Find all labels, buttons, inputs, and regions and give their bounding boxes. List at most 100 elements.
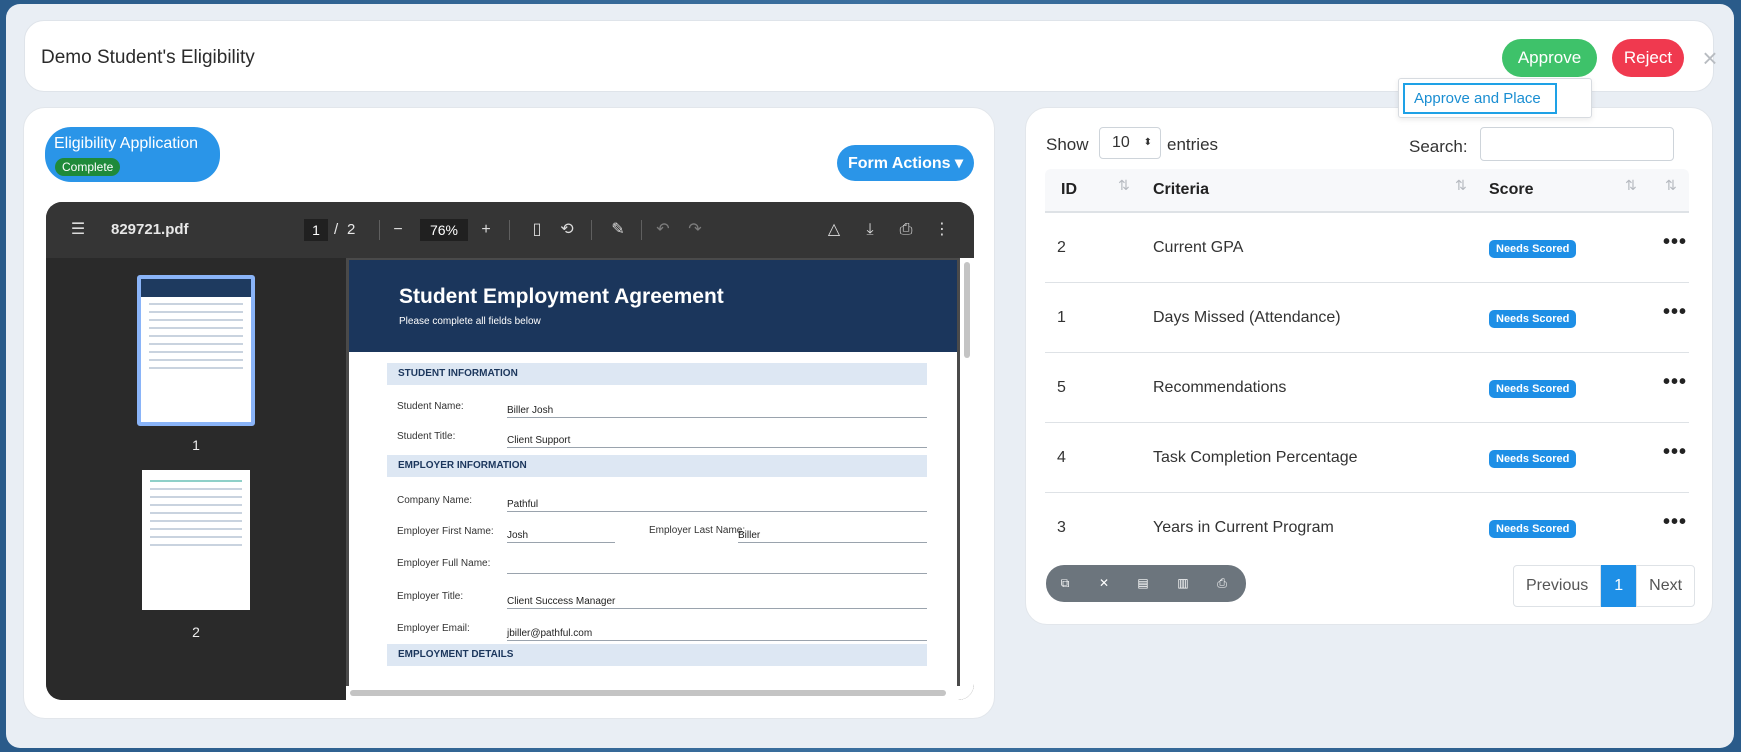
row-actions-icon[interactable]: ••• bbox=[1663, 231, 1687, 254]
vertical-scrollbar[interactable] bbox=[960, 258, 974, 700]
cell-id: 4 bbox=[1057, 449, 1066, 466]
toolbar-divider bbox=[509, 220, 510, 240]
section-employer: EMPLOYER INFORMATION bbox=[387, 455, 927, 477]
eligibility-modal: Demo Student's Eligibility Approve Rejec… bbox=[6, 4, 1734, 748]
search-input[interactable] bbox=[1480, 127, 1674, 161]
fit-page-icon[interactable]: ▯ bbox=[527, 220, 547, 240]
modal-title: Demo Student's Eligibility bbox=[41, 47, 255, 68]
cell-criteria: Recommendations bbox=[1153, 379, 1287, 396]
document-page: Student Employment Agreement Please comp… bbox=[349, 260, 957, 690]
toolbar-divider bbox=[641, 220, 642, 240]
field-value: Client Success Manager bbox=[507, 596, 616, 607]
pdf-filename: 829721.pdf bbox=[111, 221, 189, 238]
thumbnail-label: 2 bbox=[192, 624, 200, 640]
reject-button[interactable]: Reject bbox=[1612, 39, 1684, 77]
approve-button[interactable]: Approve bbox=[1502, 39, 1597, 77]
close-icon[interactable]: × bbox=[1697, 43, 1723, 73]
entries-value: 10 bbox=[1112, 134, 1130, 151]
thumbnail-sidebar: 1 2 bbox=[46, 258, 346, 700]
approve-and-place-item[interactable]: Approve and Place bbox=[1403, 83, 1557, 114]
print-icon[interactable]: ⎙ bbox=[1213, 574, 1231, 592]
approve-dropdown-menu: Approve and Place bbox=[1398, 78, 1592, 118]
row-actions-icon[interactable]: ••• bbox=[1663, 371, 1687, 394]
zoom-out-icon[interactable]: − bbox=[388, 220, 408, 240]
score-badge: Needs Scored bbox=[1489, 310, 1577, 328]
sort-icon[interactable]: ⇅ bbox=[1625, 177, 1637, 194]
score-badge: Needs Scored bbox=[1489, 450, 1577, 468]
document-header: Student Employment Agreement Please comp… bbox=[349, 260, 957, 352]
field-value: Client Support bbox=[507, 435, 571, 446]
undo-icon[interactable]: ↶ bbox=[653, 220, 673, 240]
csv-icon[interactable]: ▤ bbox=[1134, 574, 1152, 592]
export-toolbar: ⧉ ✕ ▤ ▥ ⎙ bbox=[1046, 565, 1246, 602]
cell-id: 2 bbox=[1057, 239, 1066, 256]
table-row[interactable]: 1 Days Missed (Attendance) Needs Scored … bbox=[1045, 283, 1689, 353]
criteria-table: ID ⇅ Criteria ⇅ Score ⇅ ⇅ 2 Current GPA … bbox=[1045, 169, 1689, 563]
redo-icon[interactable]: ↷ bbox=[685, 220, 705, 240]
field-label: Employer Last Name: bbox=[649, 525, 746, 536]
annotate-icon[interactable]: ✎ bbox=[608, 220, 628, 240]
page-separator: / bbox=[334, 221, 339, 238]
save-drive-icon[interactable]: △ bbox=[824, 220, 844, 240]
application-title: Eligibility Application bbox=[54, 135, 199, 152]
toolbar-divider bbox=[591, 220, 592, 240]
column-header-criteria[interactable]: Criteria bbox=[1153, 181, 1209, 199]
field-value: Josh bbox=[507, 530, 529, 541]
field-value: jbiller@pathful.com bbox=[507, 628, 593, 639]
application-panel: Eligibility Application Complete Form Ac… bbox=[23, 107, 995, 719]
page-1-button[interactable]: 1 bbox=[1601, 565, 1637, 607]
status-badge: Complete bbox=[55, 158, 121, 176]
field-label: Company Name: bbox=[397, 495, 473, 506]
pdf-icon[interactable]: ▥ bbox=[1174, 574, 1192, 592]
score-badge: Needs Scored bbox=[1489, 380, 1577, 398]
pdf-viewer: ☰ 829721.pdf 1 / 2 − 76% + ▯ ⟲ ✎ ↶ ↷ △ ⤓… bbox=[46, 202, 974, 700]
field-value: Biller bbox=[738, 530, 761, 541]
sort-icon[interactable]: ⇅ bbox=[1455, 177, 1467, 194]
total-pages: 2 bbox=[347, 221, 356, 238]
sort-icon[interactable]: ⇅ bbox=[1665, 177, 1677, 194]
cell-criteria: Years in Current Program bbox=[1153, 519, 1334, 536]
search-label: Search: bbox=[1409, 137, 1468, 156]
page-number-input[interactable]: 1 bbox=[304, 219, 328, 241]
zoom-level[interactable]: 76% bbox=[420, 219, 468, 241]
zoom-in-icon[interactable]: + bbox=[476, 220, 496, 240]
excel-icon[interactable]: ✕ bbox=[1095, 574, 1113, 592]
cell-id: 3 bbox=[1057, 519, 1066, 536]
sort-icon[interactable]: ⇅ bbox=[1118, 177, 1130, 194]
show-label: Show bbox=[1046, 135, 1089, 154]
more-options-icon[interactable]: ⋮ bbox=[932, 220, 952, 240]
form-actions-button[interactable]: Form Actions ▾ bbox=[837, 145, 974, 181]
entries-select[interactable]: 10 ⬍ bbox=[1099, 127, 1161, 159]
copy-icon[interactable]: ⧉ bbox=[1056, 574, 1074, 592]
column-header-score[interactable]: Score bbox=[1489, 181, 1533, 199]
document-title: Student Employment Agreement bbox=[399, 285, 724, 308]
horizontal-scrollbar[interactable] bbox=[346, 686, 960, 700]
field-value: Biller Josh bbox=[507, 405, 554, 416]
page-thumbnail-2[interactable] bbox=[142, 470, 250, 610]
entries-label: entries bbox=[1167, 135, 1219, 154]
rotate-icon[interactable]: ⟲ bbox=[557, 220, 577, 240]
table-row[interactable]: 2 Current GPA Needs Scored ••• bbox=[1045, 213, 1689, 283]
table-row[interactable]: 3 Years in Current Program Needs Scored … bbox=[1045, 493, 1689, 563]
download-icon[interactable]: ⤓ bbox=[860, 220, 880, 240]
page-thumbnail-1[interactable] bbox=[137, 275, 255, 426]
table-row[interactable]: 4 Task Completion Percentage Needs Score… bbox=[1045, 423, 1689, 493]
print-icon[interactable]: ⎙ bbox=[896, 220, 916, 240]
column-header-id[interactable]: ID bbox=[1061, 181, 1077, 199]
cell-criteria: Current GPA bbox=[1153, 239, 1244, 256]
next-page-button[interactable]: Next bbox=[1636, 565, 1696, 607]
previous-page-button[interactable]: Previous bbox=[1513, 565, 1602, 607]
field-label: Employer Title: bbox=[397, 591, 464, 602]
pagination: Previous 1 Next bbox=[1513, 565, 1696, 607]
row-actions-icon[interactable]: ••• bbox=[1663, 511, 1687, 534]
document-area: Student Employment Agreement Please comp… bbox=[346, 258, 974, 700]
application-pill[interactable]: Eligibility Application Complete bbox=[45, 127, 220, 182]
field-label: Employer Full Name: bbox=[397, 558, 491, 569]
table-row[interactable]: 5 Recommendations Needs Scored ••• bbox=[1045, 353, 1689, 423]
toolbar-divider bbox=[379, 220, 380, 240]
row-actions-icon[interactable]: ••• bbox=[1663, 301, 1687, 324]
cell-id: 5 bbox=[1057, 379, 1066, 396]
cell-id: 1 bbox=[1057, 309, 1066, 326]
menu-icon[interactable]: ☰ bbox=[68, 220, 88, 240]
row-actions-icon[interactable]: ••• bbox=[1663, 441, 1687, 464]
